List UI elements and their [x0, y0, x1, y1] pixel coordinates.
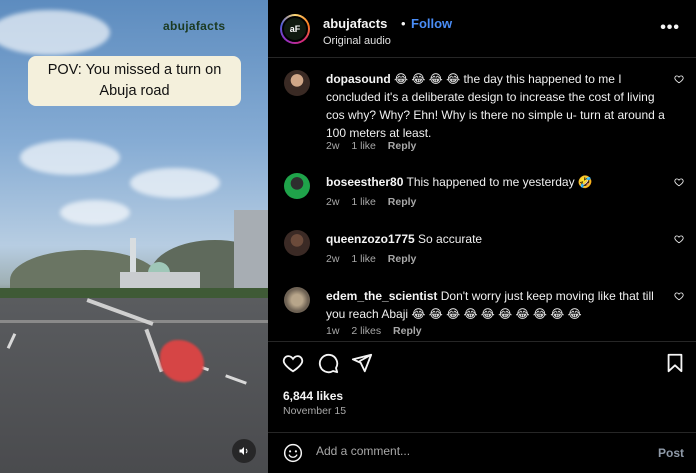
comment-meta: 2w 1 like Reply: [326, 140, 425, 152]
comment-meta: 1w 2 likes Reply: [326, 325, 431, 337]
comment-username[interactable]: edem_the_scientist: [326, 289, 437, 303]
watermark: abujafacts: [163, 19, 226, 33]
heart-icon[interactable]: [674, 234, 684, 244]
comment-text: queenzozo1775 So accurate: [326, 230, 666, 248]
reply-button[interactable]: Reply: [393, 325, 422, 337]
post-viewer: abujafacts POV: You missed a turn on Abu…: [0, 0, 696, 473]
share-icon[interactable]: [351, 352, 373, 374]
emoji-icon[interactable]: [283, 443, 303, 463]
cloud-shape: [0, 10, 110, 55]
comment-likes[interactable]: 1 like: [351, 140, 376, 152]
avatar[interactable]: aF: [280, 14, 310, 44]
comment-text: edem_the_scientist Don't worry just keep…: [326, 287, 666, 323]
avatar[interactable]: [284, 230, 310, 256]
comment-likes[interactable]: 1 like: [351, 196, 376, 208]
post-header: aF abujafacts • Follow Original audio ••…: [268, 0, 696, 58]
heart-icon[interactable]: [282, 352, 304, 374]
comment-text: dopasound 😂 😂 😂 😂 the day this happened …: [326, 70, 666, 142]
comment-age: 2w: [326, 140, 340, 152]
follow-button[interactable]: Follow: [411, 16, 452, 31]
comment-age: 2w: [326, 196, 340, 208]
heart-icon[interactable]: [674, 74, 684, 84]
comment-likes[interactable]: 1 like: [351, 253, 376, 265]
avatar[interactable]: [284, 173, 310, 199]
post-date: November 15: [283, 405, 347, 417]
audio-label[interactable]: Original audio: [323, 35, 391, 47]
reply-button[interactable]: Reply: [388, 253, 417, 265]
comment-age: 1w: [326, 325, 340, 337]
cloud-shape: [130, 168, 220, 198]
avatar[interactable]: [284, 287, 310, 313]
comment-meta: 2w 1 like Reply: [326, 196, 425, 208]
comment-icon[interactable]: [317, 352, 339, 374]
comment-likes[interactable]: 2 likes: [351, 325, 381, 337]
separator-dot: •: [401, 16, 406, 31]
avatar[interactable]: [284, 70, 310, 96]
comment-body: This happened to me yesterday 🤣: [406, 175, 593, 189]
header-username[interactable]: abujafacts: [323, 16, 387, 31]
video-caption: POV: You missed a turn on Abuja road: [28, 56, 241, 106]
comment-age: 2w: [326, 253, 340, 265]
action-bar: [268, 341, 696, 383]
post-button[interactable]: Post: [658, 446, 684, 460]
comment-input[interactable]: [316, 444, 636, 458]
comment-body: So accurate: [418, 232, 483, 246]
reply-button[interactable]: Reply: [388, 140, 417, 152]
speaker-icon[interactable]: [232, 439, 256, 463]
cloud-shape: [20, 140, 120, 175]
bookmark-icon[interactable]: [664, 352, 686, 374]
comment-username[interactable]: dopasound: [326, 72, 391, 86]
video-player[interactable]: abujafacts POV: You missed a turn on Abu…: [0, 0, 268, 473]
like-count[interactable]: 6,844 likes: [283, 389, 343, 403]
more-icon[interactable]: •••: [660, 19, 680, 37]
comment-text: boseesther80 This happened to me yesterd…: [326, 173, 666, 191]
heart-icon[interactable]: [674, 291, 684, 301]
road-shape: [0, 298, 268, 473]
comment-emojis: 😂 😂 😂 😂: [394, 72, 461, 86]
cloud-shape: [60, 200, 130, 225]
comment-username[interactable]: queenzozo1775: [326, 232, 415, 246]
comment-composer: Post: [268, 432, 696, 473]
comment-username[interactable]: boseesther80: [326, 175, 403, 189]
comment-meta: 2w 1 like Reply: [326, 253, 425, 265]
reply-button[interactable]: Reply: [388, 196, 417, 208]
heart-icon[interactable]: [674, 177, 684, 187]
comments-panel: aF abujafacts • Follow Original audio ••…: [268, 0, 696, 473]
